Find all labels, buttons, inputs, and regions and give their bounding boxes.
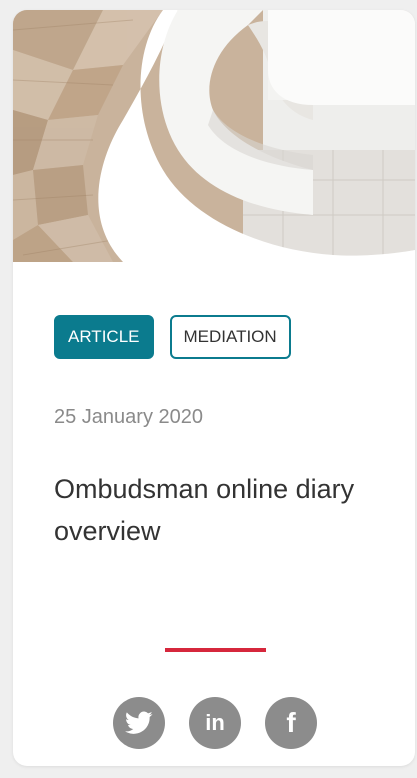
tag-article[interactable]: ARTICLE xyxy=(54,315,154,359)
tag-mediation[interactable]: MEDIATION xyxy=(169,315,291,359)
staircase-illustration xyxy=(13,10,415,262)
social-share-bar: in f xyxy=(113,697,317,749)
twitter-icon xyxy=(125,711,153,734)
accent-divider xyxy=(165,648,266,652)
twitter-share-button[interactable] xyxy=(113,697,165,749)
article-card[interactable]: ARTICLE MEDIATION 25 January 2020 Ombuds… xyxy=(13,10,415,766)
publish-date: 25 January 2020 xyxy=(54,406,204,428)
hero-image[interactable] xyxy=(13,10,415,262)
facebook-icon: f xyxy=(286,707,296,738)
article-title[interactable]: Ombudsman online diary overview xyxy=(54,468,374,552)
linkedin-share-button[interactable]: in xyxy=(189,697,241,749)
tag-list: ARTICLE MEDIATION xyxy=(54,315,291,359)
facebook-share-button[interactable]: f xyxy=(265,697,317,749)
linkedin-icon: in xyxy=(205,710,225,735)
